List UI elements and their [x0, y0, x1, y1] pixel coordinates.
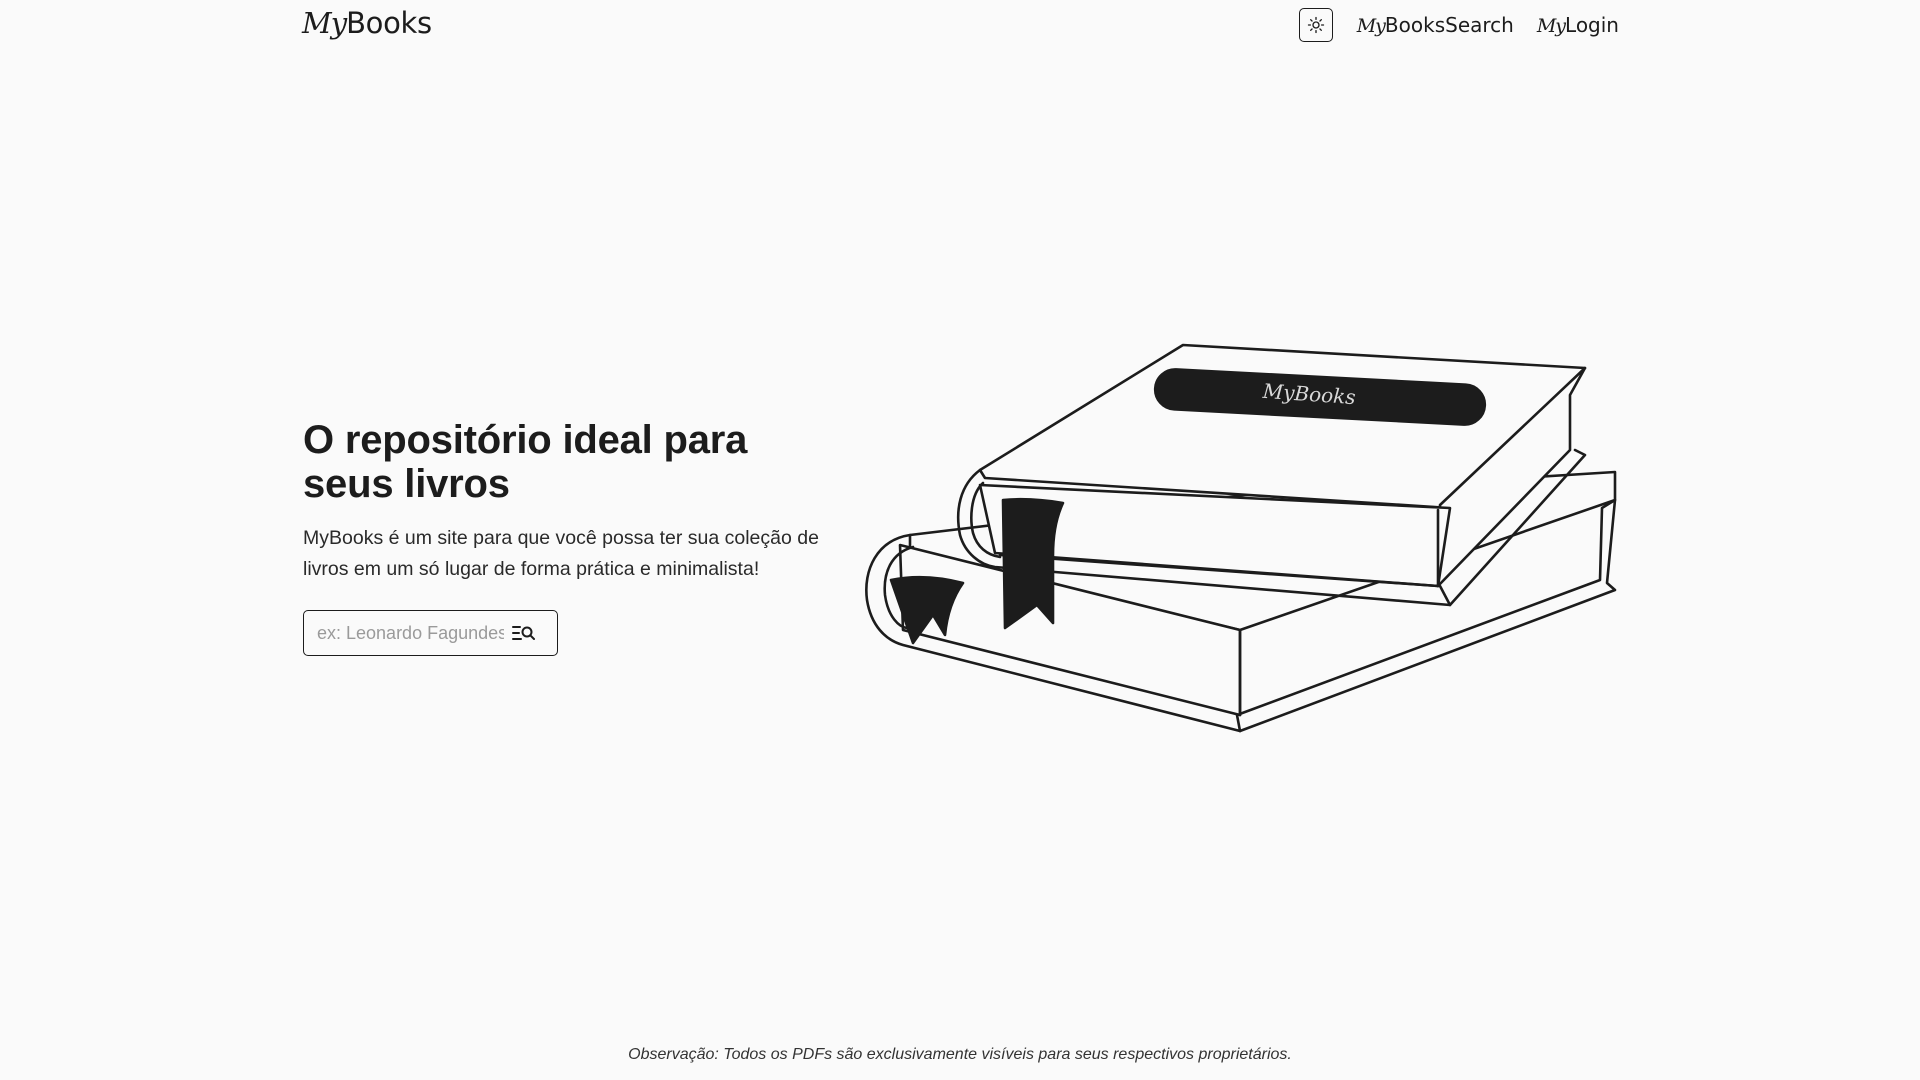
hero-description: MyBooks é um site para que você possa te… [303, 527, 819, 580]
nav-link-mybookssearch[interactable]: MyBooksSearch [1357, 13, 1514, 37]
nav-link-mylogin[interactable]: MyLogin [1537, 13, 1619, 37]
logo-prefix: My [302, 6, 347, 40]
top-navbar: MyBooks MyBooksSearch MyLogin [0, 0, 1920, 48]
search-list-icon [512, 626, 535, 640]
logo-suffix: Books [346, 6, 432, 40]
sun-icon [1307, 16, 1324, 34]
theme-toggle-button[interactable] [1298, 8, 1333, 42]
site-logo[interactable]: MyBooks [302, 6, 432, 40]
books-illustration: MyBooks [855, 335, 1635, 745]
nav-link-label: Login [1565, 13, 1619, 37]
footer-note: Observação: Todos os PDFs são exclusivam… [628, 1046, 1292, 1063]
nav-link-label: BooksSearch [1384, 13, 1514, 37]
hero-title: O repositório ideal para seus livros [303, 418, 748, 506]
main-nav: MyBooksSearch MyLogin [1298, 8, 1619, 42]
nav-link-prefix: My [1356, 15, 1386, 37]
nav-link-prefix: My [1536, 15, 1566, 37]
search-button[interactable] [504, 613, 544, 653]
search-input[interactable] [304, 613, 504, 653]
books-stack-illustration: MyBooks [865, 343, 1617, 733]
search-box [303, 610, 558, 656]
